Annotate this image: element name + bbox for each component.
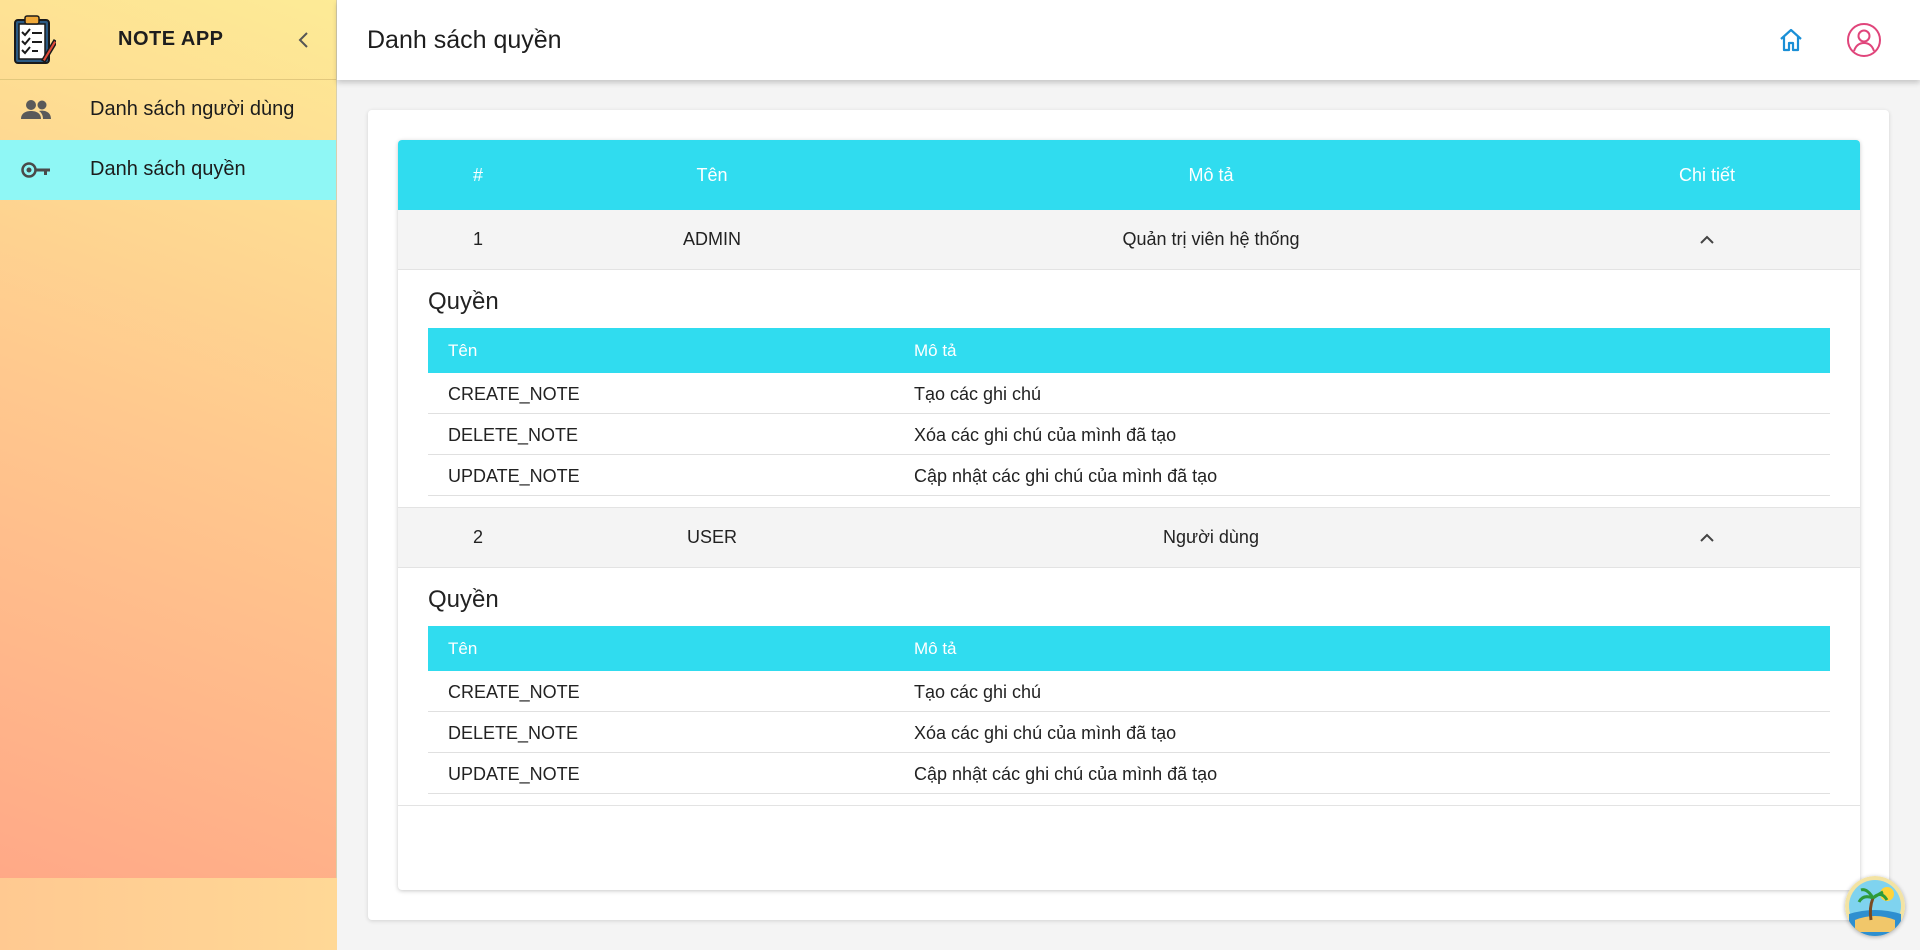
column-header-name: Tên	[448, 639, 478, 658]
permission-row: CREATE_NOTE Tạo các ghi chú	[428, 373, 1830, 414]
permission-row: UPDATE_NOTE Cập nhật các ghi chú của mìn…	[428, 455, 1830, 496]
role-name: ADMIN	[683, 229, 741, 249]
permission-row: DELETE_NOTE Xóa các ghi chú của mình đã …	[428, 712, 1830, 753]
permission-row: DELETE_NOTE Xóa các ghi chú của mình đã …	[428, 414, 1830, 455]
column-header-number: #	[472, 165, 484, 185]
detail-title: Quyền	[428, 586, 499, 613]
row-number: 1	[472, 229, 484, 249]
permission-description: Cập nhật các ghi chú của mình đã tạo	[914, 764, 1218, 784]
column-header-name: Tên	[696, 165, 728, 185]
permission-name: CREATE_NOTE	[448, 384, 580, 404]
sidebar: NOTE APP Danh sách người dùng Danh sách …	[0, 0, 337, 950]
permission-description: Tạo các ghi chú	[914, 384, 1042, 404]
column-header-description: Mô tả	[914, 639, 957, 658]
row-number: 2	[472, 527, 484, 547]
home-icon[interactable]	[1777, 26, 1805, 54]
sidebar-item-users[interactable]: Danh sách người dùng	[0, 80, 336, 140]
sidebar-item-permissions[interactable]: Danh sách quyền	[0, 140, 336, 200]
table-row[interactable]: 2 USER Người dùng	[398, 508, 1860, 568]
role-description: Người dùng	[1163, 527, 1259, 547]
permission-name: UPDATE_NOTE	[448, 764, 580, 784]
table-row[interactable]: 1 ADMIN Quản trị viên hệ thống	[398, 210, 1860, 270]
column-header-name: Tên	[448, 341, 478, 360]
detail-title: Quyền	[428, 288, 499, 315]
table-header: # Tên Mô tả Chi tiết	[398, 140, 1860, 210]
page-title: Danh sách quyền	[367, 26, 562, 54]
app-title: NOTE APP	[118, 28, 224, 50]
permissions-table: Tên Mô tả CREATE_NOTE Tạo các ghi chú DE…	[428, 626, 1830, 794]
role-detail-panel: Quyền Tên Mô tả CREATE_NOTE Tạo các ghi …	[398, 270, 1860, 508]
permissions-table-header: Tên Mô tả	[428, 328, 1830, 373]
permission-row: UPDATE_NOTE Cập nhật các ghi chú của mìn…	[428, 753, 1830, 794]
sidebar-footer	[0, 878, 337, 950]
permission-description: Cập nhật các ghi chú của mình đã tạo	[914, 466, 1218, 486]
permission-name: DELETE_NOTE	[448, 723, 579, 743]
floating-avatar-button[interactable]	[1845, 876, 1905, 936]
key-icon	[21, 162, 50, 178]
permissions-table-header: Tên Mô tả	[428, 626, 1830, 671]
permission-description: Tạo các ghi chú	[914, 682, 1042, 702]
roles-table: # Tên Mô tả Chi tiết 1 ADMIN Quản trị vi…	[398, 140, 1860, 890]
chevron-up-icon[interactable]	[1696, 527, 1718, 549]
content-card: # Tên Mô tả Chi tiết 1 ADMIN Quản trị vi…	[368, 110, 1889, 920]
permission-name: CREATE_NOTE	[448, 682, 580, 702]
top-header: Danh sách quyền	[337, 0, 1920, 80]
role-detail-panel: Quyền Tên Mô tả CREATE_NOTE Tạo các ghi …	[398, 568, 1860, 806]
permission-name: DELETE_NOTE	[448, 425, 579, 445]
permission-row: CREATE_NOTE Tạo các ghi chú	[428, 671, 1830, 712]
collapse-sidebar-button[interactable]	[292, 28, 314, 52]
user-account-icon[interactable]	[1846, 22, 1882, 58]
sidebar-item-label: Danh sách người dùng	[90, 98, 295, 120]
permissions-table: Tên Mô tả CREATE_NOTE Tạo các ghi chú DE…	[428, 328, 1830, 496]
permission-description: Xóa các ghi chú của mình đã tạo	[914, 723, 1177, 743]
sidebar-item-label: Danh sách quyền	[90, 158, 246, 180]
role-description: Quản trị viên hệ thống	[1122, 229, 1300, 249]
chevron-up-icon[interactable]	[1696, 229, 1718, 251]
column-header-detail: Chi tiết	[1678, 165, 1736, 185]
brand-header: NOTE APP	[0, 0, 336, 80]
clipboard-logo-icon	[14, 15, 56, 64]
column-header-description: Mô tả	[914, 341, 957, 360]
beach-avatar-icon	[1845, 876, 1905, 936]
users-icon	[21, 100, 51, 119]
permission-name: UPDATE_NOTE	[448, 466, 580, 486]
column-header-description: Mô tả	[1188, 165, 1234, 185]
chevron-left-icon	[298, 32, 308, 48]
permission-description: Xóa các ghi chú của mình đã tạo	[914, 425, 1177, 445]
role-name: USER	[686, 527, 738, 547]
